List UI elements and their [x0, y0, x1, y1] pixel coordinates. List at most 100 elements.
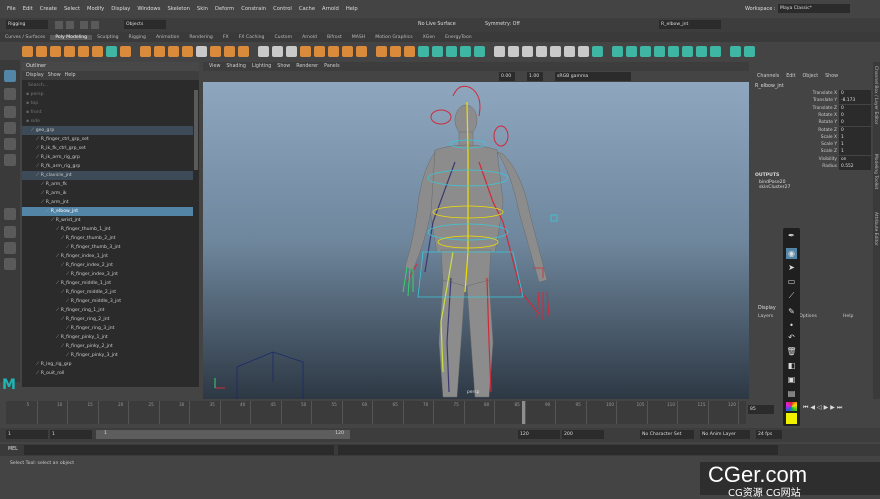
outliner-row[interactable]: ⟋ R_finger_ring_1_jnt: [22, 306, 193, 315]
menu-skeleton[interactable]: Skeleton: [167, 6, 189, 12]
outliner-row[interactable]: ⟋ R_wrist_jnt: [22, 216, 193, 225]
redo-icon[interactable]: [91, 21, 99, 29]
selected-object-field[interactable]: R_elbow_jnt: [659, 20, 721, 29]
shelf-tool-icon[interactable]: [140, 46, 151, 57]
anim-layer-select[interactable]: No Anim Layer: [700, 430, 750, 439]
shelf-tab-fx[interactable]: FX: [218, 35, 234, 40]
camera-icon[interactable]: ◧: [786, 360, 797, 371]
color-palette-icon[interactable]: [786, 402, 797, 411]
shelf-tool-icon[interactable]: [356, 46, 367, 57]
outliner-row[interactable]: ⟋ R_clavicle_jnt: [22, 171, 193, 180]
outliner-row[interactable]: ⟋ R_elbow_jnt: [22, 207, 193, 216]
viewport-menu-shading[interactable]: Shading: [226, 64, 246, 69]
shelf-tool-icon[interactable]: [168, 46, 179, 57]
shelf-tool-icon[interactable]: [536, 46, 547, 57]
shelf-tab-custom[interactable]: Custom: [269, 35, 297, 40]
outliner-scrollbar[interactable]: [194, 90, 198, 170]
shelf-tool-icon[interactable]: [550, 46, 561, 57]
shelf-tool-icon[interactable]: [446, 46, 457, 57]
channel-attr-value[interactable]: -8.173: [839, 97, 871, 105]
step-forward-icon[interactable]: ▶: [830, 404, 835, 414]
menu-deform[interactable]: Deform: [215, 6, 234, 12]
channel-attr-value[interactable]: 0: [839, 126, 871, 134]
shelf-tool-icon[interactable]: [460, 46, 471, 57]
channel-attr-value[interactable]: 0.552: [839, 163, 871, 170]
shelf-tab-rigging[interactable]: Rigging: [124, 35, 151, 40]
outliner-row[interactable]: ⟋ R_fk_arm_rig_grp: [22, 162, 193, 171]
outliner-row[interactable]: ⟋ R_ouit_roll: [22, 369, 193, 378]
shelf-tool-icon[interactable]: [314, 46, 325, 57]
outliner-row[interactable]: ⟋ R_finger_thumb_2_jnt: [22, 234, 193, 243]
range-bar[interactable]: 1 120: [96, 430, 350, 439]
outliner-row[interactable]: ⟋ R_leg_rig_grp: [22, 360, 193, 369]
channel-attr-row[interactable]: Scale Y1: [753, 141, 873, 149]
shelf-tool-icon[interactable]: [328, 46, 339, 57]
shelf-tool-icon[interactable]: [494, 46, 505, 57]
rotate-tool-icon[interactable]: [4, 138, 16, 150]
menu-create[interactable]: Create: [40, 6, 57, 12]
shelf-tool-icon[interactable]: [508, 46, 519, 57]
outliner-row[interactable]: ⟋ R_arm_fk: [22, 180, 193, 189]
outliner-row[interactable]: ⟋ R_finger_ring_2_jnt: [22, 315, 193, 324]
shelf-tool-icon[interactable]: [744, 46, 755, 57]
cursor-icon[interactable]: ➤: [786, 262, 797, 273]
channel-attr-row[interactable]: Rotate Y0: [753, 119, 873, 127]
shelf-tool-icon[interactable]: [22, 46, 33, 57]
shelf-tool-icon[interactable]: [418, 46, 429, 57]
command-language-label[interactable]: MEL: [8, 447, 18, 452]
shelf-tool-icon[interactable]: [626, 46, 637, 57]
viewport-menu-view[interactable]: View: [209, 64, 220, 69]
shelf-tool-icon[interactable]: [50, 46, 61, 57]
shelf-tool-icon[interactable]: [474, 46, 485, 57]
menu-file[interactable]: File: [7, 6, 16, 12]
shelf-tool-icon[interactable]: [120, 46, 131, 57]
viewport-menu-panels[interactable]: Panels: [324, 64, 339, 69]
step-back-icon[interactable]: ◀: [810, 404, 815, 414]
end-time-field[interactable]: 200: [562, 430, 604, 439]
outliner-row[interactable]: ⟋ R_finger_thumb_1_jnt: [22, 225, 193, 234]
channel-attr-row[interactable]: Translate Y -8.173: [753, 97, 873, 105]
shelf-tab-curves-surfaces[interactable]: Curves / Surfaces: [0, 35, 50, 40]
menu-control[interactable]: Control: [273, 6, 292, 12]
shelf-tab-sculpting[interactable]: Sculpting: [92, 35, 123, 40]
channel-attr-row[interactable]: Visibility on: [753, 155, 873, 163]
shelf-tab-poly-modeling[interactable]: Poly Modeling: [50, 34, 93, 40]
channel-tab-channels[interactable]: Channels: [757, 74, 779, 79]
channel-tab-show[interactable]: Show: [825, 74, 838, 79]
shelf-tool-icon[interactable]: [224, 46, 235, 57]
single-view-icon[interactable]: [4, 208, 16, 220]
highlighter-icon[interactable]: ✎: [786, 306, 797, 317]
clipboard-icon[interactable]: ▤: [786, 388, 797, 399]
shelf-tab-animation[interactable]: Animation: [151, 35, 184, 40]
shelf-tool-icon[interactable]: [196, 46, 207, 57]
live-surface-label[interactable]: No Live Surface: [418, 22, 456, 27]
channel-attr-row[interactable]: Scale X1: [753, 133, 873, 141]
eraser-icon[interactable]: ▭: [786, 276, 797, 287]
paint-select-icon[interactable]: [4, 106, 16, 118]
shelf-tool-icon[interactable]: [92, 46, 103, 57]
side-tab-modeling-toolkit[interactable]: Modeling Toolkit: [873, 154, 878, 189]
command-input[interactable]: [24, 445, 334, 455]
undo-annotation-icon[interactable]: ↶: [786, 332, 797, 343]
shelf-tool-icon[interactable]: [578, 46, 589, 57]
menu-windows[interactable]: Windows: [137, 6, 160, 12]
viewport-3d[interactable]: persp: [203, 82, 749, 399]
menu-skin[interactable]: Skin: [197, 6, 208, 12]
channel-attr-value[interactable]: on: [839, 155, 871, 163]
outliner-row[interactable]: ⟋ R_finger_index_3_jnt: [22, 270, 193, 279]
outliner-row[interactable]: ⟋ R_ik_fk_ctrl_grp_set: [22, 144, 193, 153]
outliner-row[interactable]: ⟋ R_finger_index_1_jnt: [22, 252, 193, 261]
screen-icon[interactable]: ▣: [786, 374, 797, 385]
shelf-tool-icon[interactable]: [342, 46, 353, 57]
channel-attr-row[interactable]: Rotate X0: [753, 111, 873, 119]
go-start-icon[interactable]: ⏮: [803, 404, 808, 414]
channel-attr-value[interactable]: 1: [839, 148, 871, 156]
menu-arnold[interactable]: Arnold: [322, 6, 339, 12]
menu-constrain[interactable]: Constrain: [241, 6, 266, 12]
channel-attr-row[interactable]: Translate Z0: [753, 104, 873, 112]
outliner-row[interactable]: ⟋ R_arm_jnt: [22, 198, 193, 207]
outliner-row[interactable]: ⟋ R_finger_middle_1_jnt: [22, 279, 193, 288]
play-back-icon[interactable]: ◁: [817, 404, 822, 414]
move-tool-icon[interactable]: [4, 122, 16, 134]
shelf-tab-xgen[interactable]: XGen: [418, 35, 440, 40]
